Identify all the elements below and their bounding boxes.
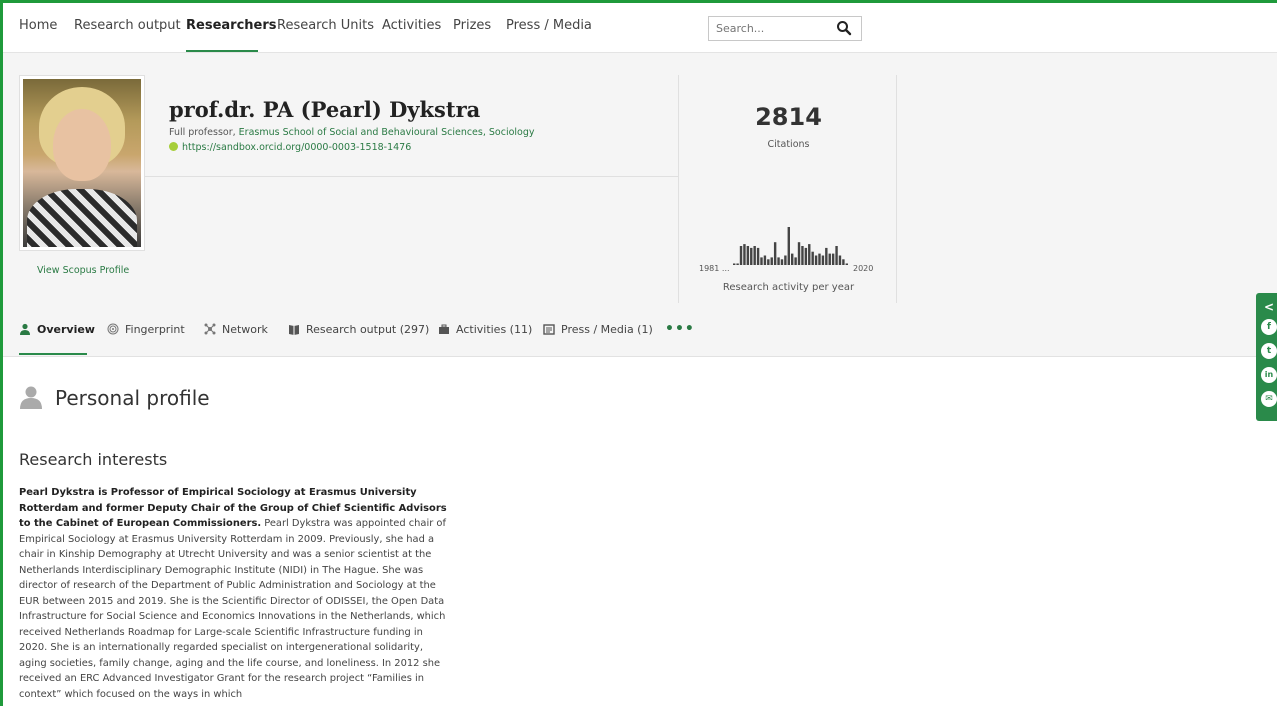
orcid-url: https://sandbox.orcid.org/0000-0003-1518… [182,142,412,153]
position-prefix: Full professor, [169,127,239,138]
profile-header: View Scopus Profile prof.dr. PA (Pearl) … [3,53,1277,303]
person-icon [20,323,30,335]
activity-bar[interactable] [784,255,787,266]
profile-position: Full professor, Erasmus School of Social… [169,127,535,138]
citations-count: 2814 [755,103,822,131]
nav-home[interactable]: Home [19,18,57,33]
profile-photo-frame [19,75,145,251]
activity-bar[interactable] [773,242,777,265]
tab-fingerprint[interactable]: Fingerprint [107,323,185,336]
share-bar: < f t in ✉ [1256,293,1277,421]
activity-bar[interactable] [801,246,804,265]
activity-bar[interactable] [767,259,770,265]
page-frame: Home Research output Researchers Researc… [0,0,1277,706]
personal-profile-heading: Personal profile [19,385,210,410]
nav-active-underline [186,50,258,52]
tab-overview[interactable]: Overview [19,323,95,336]
profile-name: prof.dr. PA (Pearl) Dykstra [169,97,481,122]
activity-bar[interactable] [835,246,838,265]
facebook-icon[interactable]: f [1261,319,1277,335]
twitter-icon[interactable]: t [1261,343,1277,359]
activity-bar[interactable] [736,263,739,265]
activity-bar[interactable] [797,242,801,265]
activity-bar[interactable] [831,253,835,265]
activity-bar[interactable] [739,246,743,265]
activity-bar[interactable] [750,247,753,265]
briefcase-icon [439,324,449,334]
activity-bar[interactable] [791,253,794,265]
organisation-link[interactable]: Erasmus School of Social and Behavioural… [239,127,535,138]
activity-label: Research activity per year [722,282,855,293]
linkedin-icon[interactable]: in [1261,367,1277,383]
activity-bar[interactable] [825,247,828,265]
activity-bar[interactable] [808,244,811,265]
research-interests-text: Pearl Dykstra is Professor of Empirical … [19,485,447,702]
tab-active-underline [19,353,87,355]
activity-bar[interactable] [818,253,821,265]
tab-research-output[interactable]: Research output (297) [288,323,429,336]
activity-end-label: 2020 [853,264,873,273]
activity-bar[interactable] [760,257,763,265]
activity-bar[interactable] [804,247,808,265]
nav-researchers[interactable]: Researchers [186,18,277,33]
activity-bar[interactable] [763,255,767,266]
search-icon[interactable] [836,20,852,36]
activity-bar[interactable] [838,255,842,266]
nav-research-units[interactable]: Research Units [277,18,374,33]
email-icon[interactable]: ✉ [1261,391,1277,407]
stats-panel: 2814 Citations 1981 ... 2020 Research ac… [678,75,897,303]
activity-bar[interactable] [746,246,750,265]
activity-bar[interactable] [787,227,790,265]
tab-press-media[interactable]: Press / Media (1) [543,323,653,336]
search-input[interactable] [709,17,829,40]
person-icon [20,386,42,409]
newspaper-icon [543,324,555,335]
profile-photo [23,79,141,247]
activity-bar[interactable] [842,259,845,265]
activity-bar[interactable] [828,253,831,265]
research-interests-heading: Research interests [19,450,168,469]
top-navigation: Home Research output Researchers Researc… [3,3,1277,53]
activity-bar[interactable] [814,255,818,266]
share-icon[interactable]: < [1261,299,1277,315]
orcid-icon [169,142,178,151]
network-icon [204,323,216,335]
activity-bar[interactable] [770,257,773,265]
activity-start-label: 1981 ... [699,264,730,273]
search-box [708,16,862,41]
activity-bar[interactable] [811,251,814,265]
activity-bar[interactable] [753,246,756,265]
activity-bar[interactable] [845,263,848,265]
profile-tabs: Overview Fingerprint Network Research ou… [3,303,1277,357]
profile-info-panel: prof.dr. PA (Pearl) Dykstra Full profess… [145,75,678,177]
nav-press-media[interactable]: Press / Media [506,18,592,33]
more-tabs-button[interactable]: ••• [665,321,695,337]
activity-bar[interactable] [780,259,784,265]
orcid-link[interactable]: https://sandbox.orcid.org/0000-0003-1518… [169,142,411,153]
citations-label: Citations [767,139,810,150]
activity-bar[interactable] [777,257,780,265]
activity-bar[interactable] [743,244,746,265]
research-activity-chart[interactable]: 1981 ... 2020 [697,225,887,273]
activity-bar[interactable] [794,257,797,265]
tab-activities[interactable]: Activities (11) [438,323,532,336]
book-icon [289,325,299,335]
nav-research-output[interactable]: Research output [74,18,181,33]
activity-bar[interactable] [733,263,736,265]
bio-body: Pearl Dykstra was appointed chair of Emp… [19,518,446,700]
view-scopus-profile-link[interactable]: View Scopus Profile [37,265,129,276]
activity-bar[interactable] [821,255,825,266]
fingerprint-icon [107,323,119,335]
nav-activities[interactable]: Activities [382,18,441,33]
nav-prizes[interactable]: Prizes [453,18,491,33]
activity-bar[interactable] [756,247,760,265]
tab-network[interactable]: Network [204,323,268,336]
